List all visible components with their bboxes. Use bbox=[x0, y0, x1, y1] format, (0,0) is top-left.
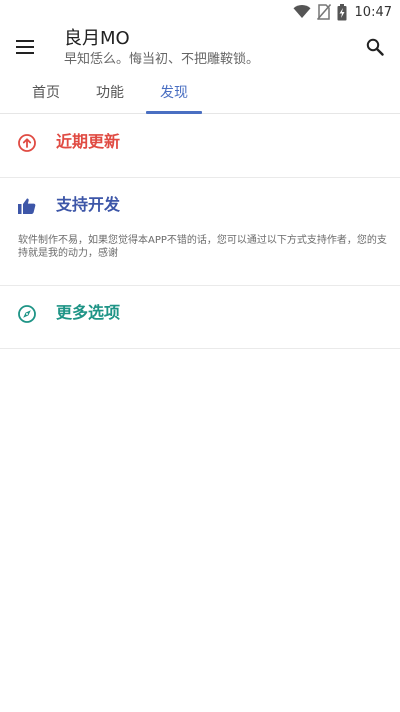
tab-features[interactable]: 功能 bbox=[82, 72, 138, 114]
menu-button[interactable] bbox=[10, 32, 40, 62]
arrow-up-circle-icon bbox=[18, 134, 36, 152]
recent-updates-title: 近期更新 bbox=[56, 132, 121, 151]
wifi-icon bbox=[293, 5, 311, 18]
status-bar: 10:47 bbox=[0, 0, 400, 24]
recent-updates-section: 近期更新 bbox=[0, 115, 400, 178]
app-bar: 良月MO 早知恁么。悔当初、不把雕鞍锁。 bbox=[0, 24, 400, 72]
app-subtitle: 早知恁么。悔当初、不把雕鞍锁。 bbox=[64, 52, 260, 67]
support-development-title: 支持开发 bbox=[56, 195, 121, 214]
title-block: 良月MO 早知恁么。悔当初、不把雕鞍锁。 bbox=[64, 27, 259, 68]
app-title: 良月MO bbox=[64, 28, 130, 49]
search-icon bbox=[366, 38, 384, 56]
battery-charging-icon bbox=[337, 3, 347, 20]
tab-bar: 首页 功能 发现 bbox=[0, 72, 400, 114]
status-icons: 10:47 bbox=[293, 3, 392, 21]
tab-discover[interactable]: 发现 bbox=[146, 72, 202, 114]
more-options-title: 更多选项 bbox=[56, 303, 121, 322]
tab-home[interactable]: 首页 bbox=[18, 72, 74, 114]
support-development-section: 支持开发 软件制作不易，如果您觉得本APP不错的话，您可以通过以下方式支持作者，… bbox=[0, 178, 400, 286]
status-time: 10:47 bbox=[354, 4, 392, 20]
menu-icon bbox=[16, 40, 34, 54]
tab-indicator bbox=[146, 111, 202, 114]
recent-updates-header[interactable]: 近期更新 bbox=[0, 115, 400, 171]
more-options-header[interactable]: 更多选项 bbox=[0, 286, 400, 342]
no-sim-icon bbox=[316, 4, 331, 20]
support-development-header[interactable]: 支持开发 bbox=[0, 178, 400, 234]
support-development-description: 软件制作不易，如果您觉得本APP不错的话，您可以通过以下方式支持作者，您的支持就… bbox=[18, 235, 387, 259]
compass-icon bbox=[18, 305, 36, 323]
more-options-section: 更多选项 bbox=[0, 286, 400, 349]
search-button[interactable] bbox=[360, 32, 390, 62]
thumbs-up-icon bbox=[18, 198, 36, 214]
